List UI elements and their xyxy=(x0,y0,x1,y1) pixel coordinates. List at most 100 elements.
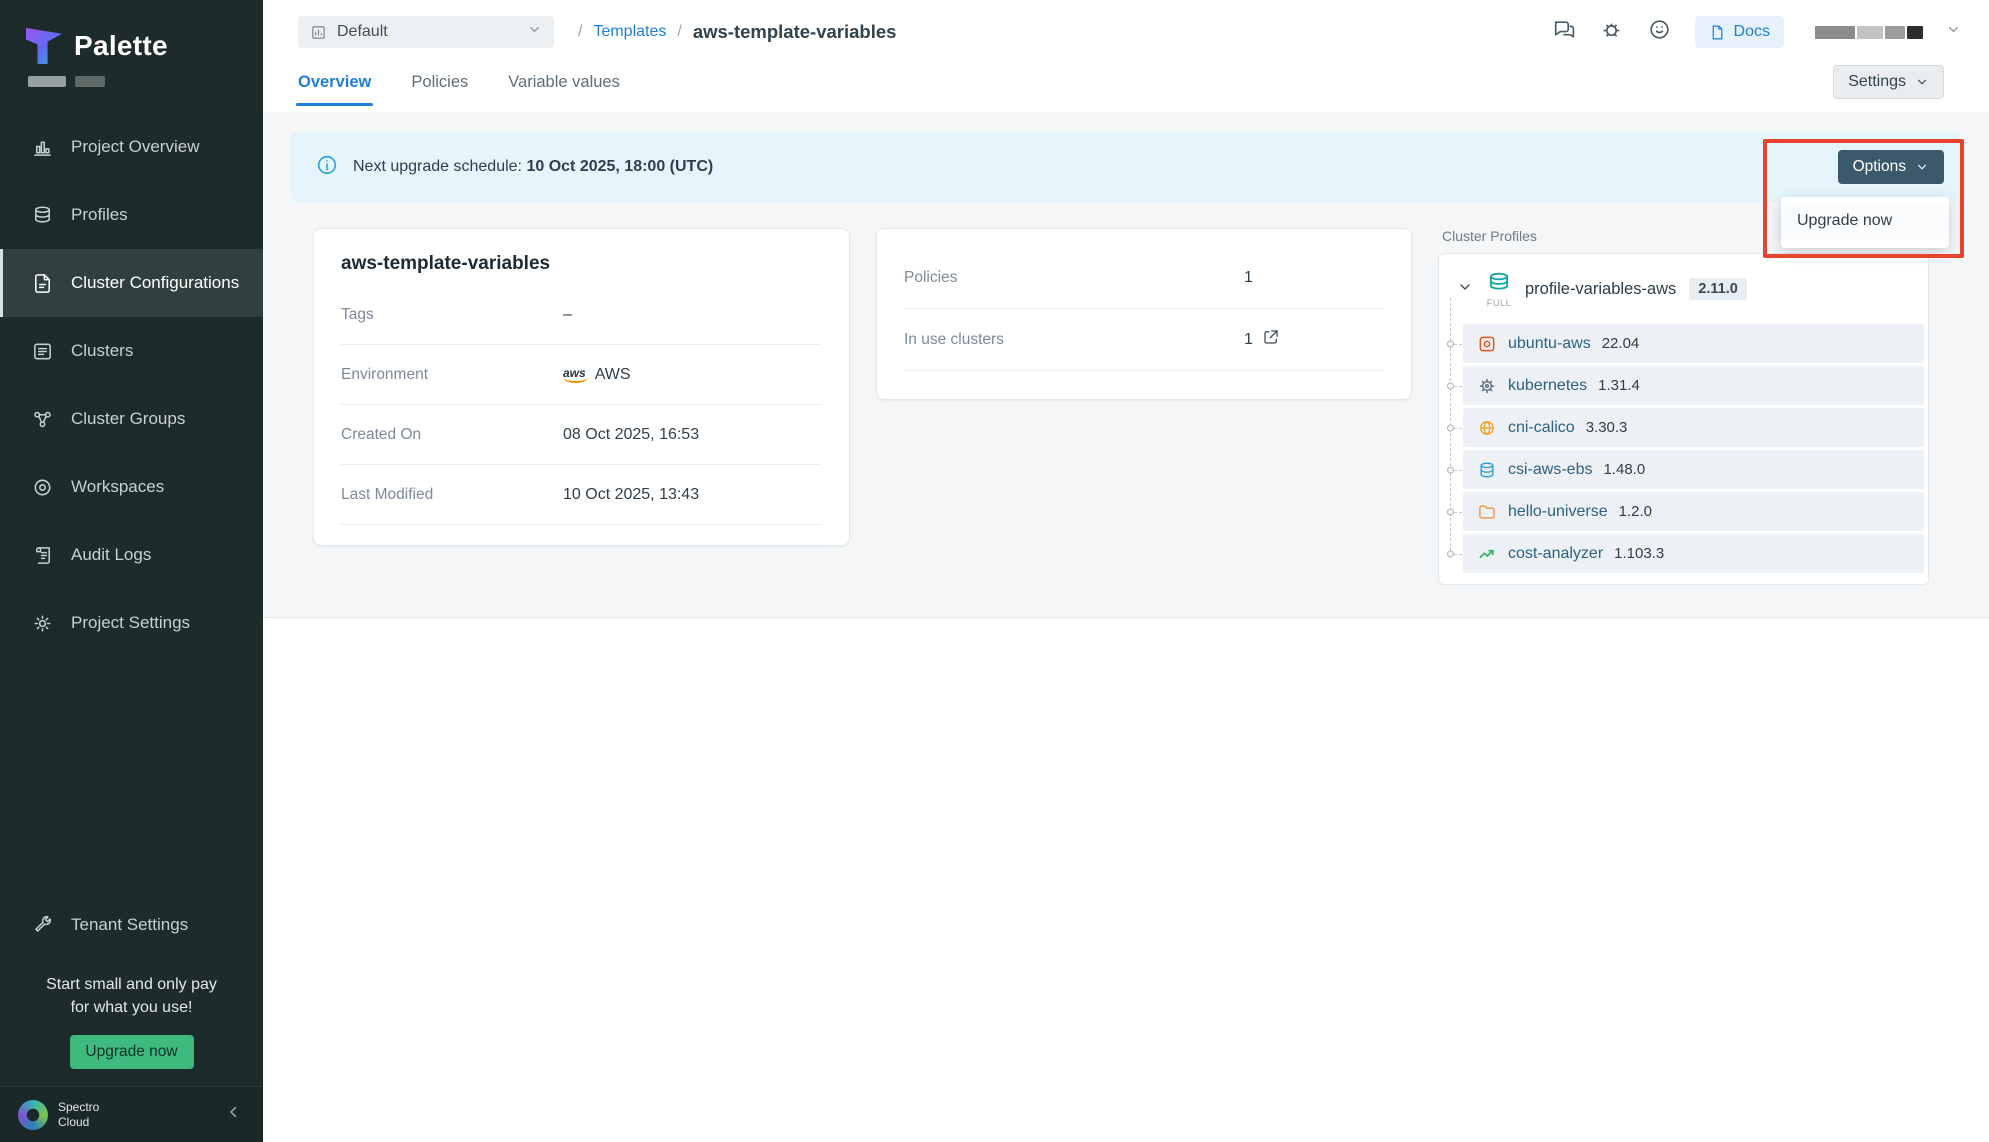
external-link-icon[interactable] xyxy=(1262,328,1280,351)
help-button[interactable] xyxy=(1647,17,1672,47)
top-header: Default / Templates / aws-template-varia… xyxy=(263,0,1989,52)
ubuntu-icon xyxy=(1477,334,1497,354)
content-region: Next upgrade schedule: 10 Oct 2025, 18:0… xyxy=(263,112,1989,618)
chevron-left-icon xyxy=(225,1103,243,1121)
document-icon xyxy=(1709,24,1726,41)
options-button[interactable]: Options xyxy=(1838,150,1944,184)
template-title: aws-template-variables xyxy=(341,253,822,275)
spectro-cloud-logo-icon xyxy=(18,1100,48,1130)
document-icon xyxy=(31,272,54,295)
project-selector[interactable]: Default xyxy=(298,16,554,48)
docs-button[interactable]: Docs xyxy=(1695,16,1784,48)
sidebar-item-tenant-settings[interactable]: Tenant Settings xyxy=(0,891,263,959)
promo-text: Start small and only pay for what you us… xyxy=(0,973,263,1019)
redacted-bar xyxy=(1907,26,1923,39)
tabs-row: Overview Policies Variable values Settin… xyxy=(263,52,1989,112)
sidebar-item-profiles[interactable]: Profiles xyxy=(0,181,263,249)
palette-logo-icon xyxy=(26,28,62,64)
detail-row-created-on: Created On 08 Oct 2025, 16:53 xyxy=(341,405,822,465)
bug-icon xyxy=(1599,17,1624,42)
breadcrumb-separator: / xyxy=(578,23,582,41)
sidebar-item-label: Clusters xyxy=(71,341,133,361)
page-title: aws-template-variables xyxy=(693,21,897,43)
main-area: Default / Templates / aws-template-varia… xyxy=(263,0,1989,1142)
folder-icon xyxy=(1477,502,1497,522)
bug-report-button[interactable] xyxy=(1599,17,1624,47)
profile-version-badge: 2.11.0 xyxy=(1689,278,1747,300)
sidebar-item-label: Project Settings xyxy=(71,613,190,633)
layer-row-csi-aws-ebs[interactable]: csi-aws-ebs 1.48.0 xyxy=(1463,450,1924,489)
chat-button[interactable] xyxy=(1551,17,1576,47)
sidebar-collapse-button[interactable] xyxy=(225,1103,243,1126)
layer-row-cost-analyzer[interactable]: cost-analyzer 1.103.3 xyxy=(1463,534,1924,573)
layer-row-cni-calico[interactable]: cni-calico 3.30.3 xyxy=(1463,408,1924,447)
cluster-profile-card: FULL profile-variables-aws 2.11.0 ubuntu… xyxy=(1438,253,1929,585)
sidebar-item-label: Audit Logs xyxy=(71,545,151,565)
options-dropdown-menu: Upgrade now xyxy=(1781,197,1949,248)
spectro-cloud-logo-text: Spectro Cloud xyxy=(58,1100,99,1129)
sidebar-item-project-settings[interactable]: Project Settings xyxy=(0,589,263,657)
redacted-bar xyxy=(1857,26,1883,39)
template-details-card: aws-template-variables Tags – Environmen… xyxy=(313,228,850,546)
upgrade-schedule-banner: Next upgrade schedule: 10 Oct 2025, 18:0… xyxy=(291,132,1961,202)
chevron-down-icon[interactable] xyxy=(1457,279,1473,300)
menu-item-upgrade-now[interactable]: Upgrade now xyxy=(1781,203,1949,239)
sidebar-upgrade-now-button[interactable]: Upgrade now xyxy=(70,1035,194,1069)
bar-chart-icon xyxy=(31,136,54,159)
detail-row-last-modified: Last Modified 10 Oct 2025, 13:43 xyxy=(341,465,822,525)
aws-logo-icon: aws xyxy=(563,366,586,383)
cluster-profile-header[interactable]: FULL profile-variables-aws 2.11.0 xyxy=(1439,254,1926,324)
layer-row-ubuntu-aws[interactable]: ubuntu-aws 22.04 xyxy=(1463,324,1924,363)
layer-row-kubernetes[interactable]: kubernetes 1.31.4 xyxy=(1463,366,1924,405)
cards-row: aws-template-variables Tags – Environmen… xyxy=(291,228,1961,585)
sidebar-item-label: Cluster Configurations xyxy=(71,273,239,293)
profile-name: profile-variables-aws xyxy=(1525,280,1676,299)
banner-text: Next upgrade schedule: 10 Oct 2025, 18:0… xyxy=(353,158,713,176)
globe-icon xyxy=(1477,418,1497,438)
wrench-icon xyxy=(31,913,54,936)
cluster-profiles-panel: Cluster Profiles FULL profile-variables-… xyxy=(1438,228,1929,585)
empty-area xyxy=(263,618,1989,1142)
sidebar-menu: Project Overview Profiles Cluster Config… xyxy=(0,113,263,657)
usage-card: Policies 1 In use clusters 1 xyxy=(876,228,1412,400)
sidebar: Palette Project Overview Profiles Cluste… xyxy=(0,0,263,1142)
sidebar-item-cluster-configurations[interactable]: Cluster Configurations xyxy=(0,249,263,317)
storage-cylinder-icon xyxy=(1477,460,1497,480)
sidebar-item-workspaces[interactable]: Workspaces xyxy=(0,453,263,521)
sidebar-footer: Spectro Cloud xyxy=(0,1086,263,1142)
sidebar-item-label: Profiles xyxy=(71,205,128,225)
project-selector-value: Default xyxy=(337,23,388,41)
breadcrumb: / Templates / aws-template-variables xyxy=(578,21,896,43)
chevron-down-icon xyxy=(1915,160,1929,174)
layer-row-hello-universe[interactable]: hello-universe 1.2.0 xyxy=(1463,492,1924,531)
tab-policies[interactable]: Policies xyxy=(411,67,468,98)
chart-box-icon xyxy=(310,24,327,41)
options-label: Options xyxy=(1853,158,1906,176)
usage-row-policies: Policies 1 xyxy=(904,247,1384,309)
sidebar-item-clusters[interactable]: Clusters xyxy=(0,317,263,385)
palette-logo-text: Palette xyxy=(74,30,168,62)
scroll-icon xyxy=(31,544,54,567)
chat-icon xyxy=(1551,17,1576,42)
header-actions: Docs xyxy=(1551,16,1961,48)
tab-overview[interactable]: Overview xyxy=(298,67,371,98)
sidebar-item-cluster-groups[interactable]: Cluster Groups xyxy=(0,385,263,453)
tab-variable-values[interactable]: Variable values xyxy=(508,67,620,98)
breadcrumb-templates-link[interactable]: Templates xyxy=(593,23,666,41)
profile-type-label: FULL xyxy=(1487,298,1511,308)
settings-button[interactable]: Settings xyxy=(1833,65,1944,99)
gear-icon xyxy=(31,612,54,635)
server-list-icon xyxy=(31,340,54,363)
info-icon xyxy=(316,154,338,181)
sidebar-item-label: Cluster Groups xyxy=(71,409,185,429)
nodes-icon xyxy=(31,408,54,431)
redacted-bar xyxy=(28,76,66,87)
sidebar-item-project-overview[interactable]: Project Overview xyxy=(0,113,263,181)
palette-logo: Palette xyxy=(0,0,263,68)
docs-label: Docs xyxy=(1734,23,1770,41)
user-menu-chevron[interactable] xyxy=(1946,22,1961,42)
profile-stack-icon: FULL xyxy=(1486,270,1512,308)
user-name-redacted xyxy=(1815,26,1923,39)
sidebar-item-audit-logs[interactable]: Audit Logs xyxy=(0,521,263,589)
redacted-bar xyxy=(75,76,105,87)
